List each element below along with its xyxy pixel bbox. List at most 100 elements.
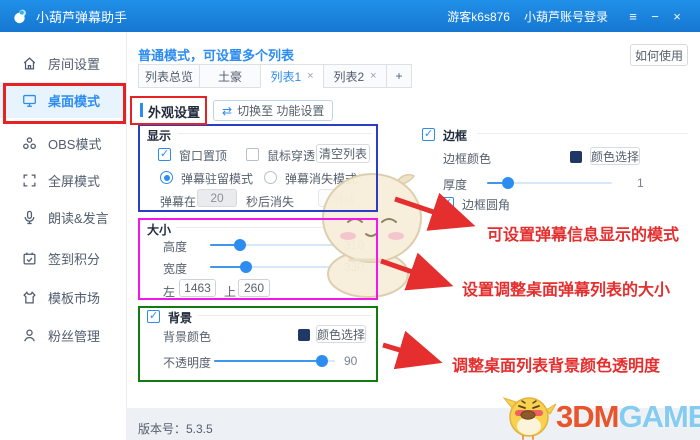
height-value: 310 [344, 238, 365, 252]
sidebar-item-label: 房间设置 [48, 56, 101, 72]
danmu-vanish-mode-radio[interactable] [264, 171, 277, 184]
opacity-slider-track[interactable] [214, 355, 335, 367]
seconds-suffix-label: 秒后消失 [246, 195, 295, 209]
tab-list2[interactable]: 列表2 × [323, 64, 387, 88]
3dm-brand-logo: 3DMGAME [556, 399, 700, 435]
width-slider-thumb[interactable] [240, 261, 252, 273]
sidebar-item-room-settings[interactable]: 房间设置 [0, 45, 125, 81]
thickness-slider-thumb[interactable] [502, 177, 514, 189]
seconds-input[interactable] [197, 189, 237, 207]
tab-close-icon[interactable]: × [370, 70, 376, 82]
window-on-top-checkbox[interactable] [158, 147, 171, 161]
opacity-value: 90 [344, 354, 358, 368]
width-value: 330 [344, 260, 365, 274]
tab-add-button[interactable]: + [386, 64, 412, 88]
danmu-stay-mode-radio[interactable] [160, 171, 173, 184]
minimize-icon[interactable]: − [644, 9, 666, 24]
obs-icon [23, 136, 36, 149]
sidebar-item-desktop-mode[interactable]: 桌面模式 [0, 82, 125, 118]
sidebar-item-label: 粉丝管理 [48, 328, 101, 344]
annotation-note-size: 设置调整桌面弹幕列表的大小 [462, 282, 671, 299]
section-accent-bar [140, 103, 143, 117]
gourd-mascot-watermark [322, 173, 422, 298]
border-color-swatch[interactable] [570, 151, 582, 163]
arrow-size-note [380, 252, 454, 291]
sidebar-item-fullscreen-mode[interactable]: 全屏模式 [0, 162, 125, 198]
tab-close-icon[interactable]: × [307, 70, 313, 82]
test-button[interactable]: 测试 [318, 189, 368, 207]
tab-list1[interactable]: 列表1 × [260, 64, 324, 88]
login-link[interactable]: 小葫芦账号登录 [524, 8, 608, 25]
divider [198, 315, 372, 316]
shirt-icon [23, 290, 36, 303]
switch-to-function-settings-button[interactable]: ⇄ 切换至 功能设置 [213, 100, 334, 121]
width-slider-track[interactable] [210, 261, 338, 273]
tab-label: 列表总览 [144, 69, 193, 84]
sidebar-item-speech[interactable]: 朗读&发言 [0, 199, 125, 235]
opacity-slider-fill [214, 360, 322, 362]
height-slider-thumb[interactable] [234, 239, 246, 251]
mouse-through-checkbox[interactable] [246, 148, 259, 161]
home-icon [23, 56, 36, 69]
pos-top-label: 上 [224, 285, 237, 299]
size-group-title: 大小 [147, 223, 172, 237]
danmu-in-label: 弹幕在 [160, 195, 197, 209]
border-color-label: 边框颜色 [443, 152, 492, 166]
height-slider-track[interactable] [210, 239, 338, 251]
pos-left-input[interactable] [179, 279, 216, 297]
swap-icon: ⇄ [222, 103, 233, 118]
annotation-note-background: 调整桌面列表背景颜色透明度 [452, 358, 661, 375]
tab-label: 列表1 [270, 69, 302, 84]
sidebar-item-fans-management[interactable]: 粉丝管理 [0, 317, 125, 353]
sidebar-item-checkin-points[interactable]: 签到积分 [0, 240, 125, 276]
pos-top-input[interactable] [238, 279, 270, 297]
background-checkbox[interactable] [147, 309, 160, 323]
border-group-title: 边框 [443, 129, 468, 143]
sidebar-item-label: 桌面模式 [48, 93, 101, 109]
background-group-title: 背景 [168, 311, 193, 325]
background-color-swatch[interactable] [298, 329, 310, 341]
title-bar: 小葫芦弹幕助手 游客k6s876 小葫芦账号登录 ≡ − × [0, 0, 700, 32]
thickness-slider-track[interactable] [487, 177, 612, 189]
gourd-logo-icon [14, 9, 26, 24]
help-button[interactable]: 如何使用 [630, 44, 688, 66]
mouse-through-label: 鼠标穿透 [267, 149, 316, 163]
calendar-icon [23, 252, 36, 264]
page-title: 普通模式，可设置多个列表 [138, 48, 295, 63]
tab-list-overview[interactable]: 列表总览 [138, 64, 200, 88]
width-label: 宽度 [163, 262, 188, 276]
opacity-slider-thumb[interactable] [316, 355, 328, 367]
clear-list-button[interactable]: 清空列表 [316, 144, 370, 163]
border-rounded-label: 边框圆角 [462, 198, 511, 212]
pos-left-label: 左 [163, 285, 176, 299]
arrow-background-note [382, 330, 443, 370]
desktop-icon [23, 94, 36, 107]
sidebar-item-label: 全屏模式 [48, 173, 101, 189]
border-rounded-checkbox[interactable] [441, 196, 454, 210]
sidebar-item-label: OBS模式 [48, 136, 102, 152]
menu-icon[interactable]: ≡ [622, 9, 644, 24]
app-title: 小葫芦弹幕助手 [36, 9, 128, 25]
arrow-display-note [394, 192, 476, 231]
danmu-vanish-mode-label: 弹幕消失模式 [285, 172, 358, 186]
appearance-settings-title: 外观设置 [148, 105, 201, 120]
3dm-chick-mascot [502, 396, 557, 440]
guest-account-label[interactable]: 游客k6s876 [447, 8, 510, 25]
sidebar-item-label: 签到积分 [48, 251, 101, 267]
sidebar-item-obs-mode[interactable]: OBS模式 [0, 125, 125, 161]
close-icon[interactable]: × [666, 9, 688, 24]
border-checkbox[interactable] [422, 127, 435, 141]
sidebar-item-template-market[interactable]: 模板市场 [0, 279, 125, 315]
divider [176, 227, 372, 228]
sidebar-item-label: 朗读&发言 [48, 210, 109, 226]
divider [178, 133, 372, 134]
tab-label: 列表2 [333, 69, 365, 84]
danmu-stay-mode-label: 弹幕驻留模式 [181, 172, 254, 186]
version-label: 版本号：5.3.5 [138, 422, 213, 436]
background-color-picker-button[interactable]: 颜色选择 [316, 325, 366, 343]
thickness-value: 1 [637, 176, 644, 190]
border-color-picker-button[interactable]: 颜色选择 [590, 147, 640, 165]
app-window: 小葫芦弹幕助手 游客k6s876 小葫芦账号登录 ≡ − × 房间设置 桌面模式… [0, 0, 700, 440]
tab-label: 土豪 [217, 69, 242, 84]
tab-tuhao[interactable]: 土豪 [199, 64, 261, 88]
